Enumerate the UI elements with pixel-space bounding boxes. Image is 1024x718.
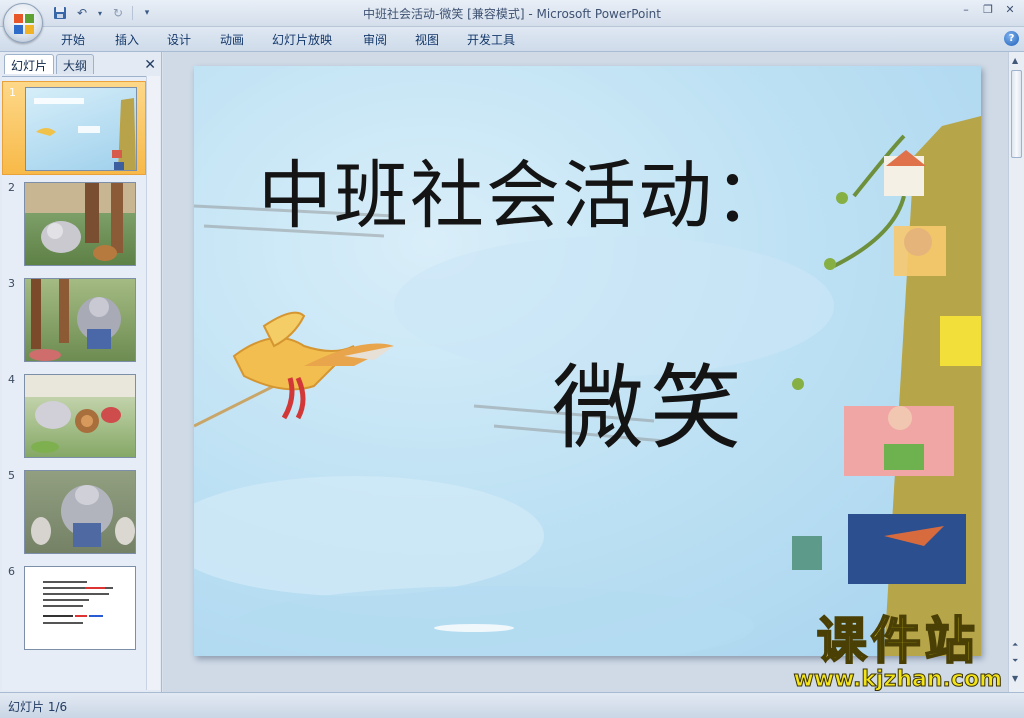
slide-editor: 中班社会活动： 微笑 ▲ ⏶ ⏷ ▼	[163, 52, 1024, 692]
slide-preview	[25, 87, 137, 171]
tab-slides[interactable]: 幻灯片	[4, 54, 55, 74]
next-slide-icon[interactable]: ⏷	[1012, 656, 1018, 666]
tab-developer[interactable]: 开发工具	[467, 31, 515, 48]
bird-illustration	[194, 311, 394, 428]
tree-illustration	[792, 116, 981, 656]
tab-review[interactable]: 审阅	[363, 31, 387, 48]
watermark: 课件站 www.kjzhan.com	[793, 612, 1003, 692]
title-bar: ↶ ▾ ↻ ▾ 中班社会活动-微笑 [兼容模式] - Microsoft Pow…	[0, 0, 1024, 43]
slide-thumbnail-4[interactable]: 4	[2, 369, 146, 463]
status-bar: 幻灯片 1/6	[0, 692, 1024, 718]
office-button[interactable]	[3, 3, 43, 43]
tab-outline[interactable]: 大纲	[56, 54, 95, 74]
slide-thumbnail-1[interactable]: 1	[2, 81, 146, 175]
slide-thumbnail-3[interactable]: 3	[2, 273, 146, 367]
prev-slide-icon[interactable]: ⏶	[1012, 640, 1018, 650]
tab-insert[interactable]: 插入	[115, 31, 139, 48]
tab-animations[interactable]: 动画	[220, 31, 244, 48]
scroll-thumb[interactable]	[1011, 70, 1022, 158]
slide-thumbnail-5[interactable]: 5	[2, 465, 146, 559]
tab-home[interactable]: 开始	[61, 31, 85, 48]
slides-panel-scrollbar[interactable]	[146, 76, 160, 690]
slide-preview	[24, 182, 136, 266]
tab-view[interactable]: 视图	[415, 31, 439, 48]
scroll-down-icon[interactable]: ▼	[1012, 674, 1018, 683]
slide-preview	[24, 566, 136, 650]
tab-design[interactable]: 设计	[167, 31, 191, 48]
office-logo-icon	[14, 14, 34, 34]
slide-number: 6	[8, 565, 15, 578]
close-panel-icon[interactable]: ✕	[144, 57, 156, 73]
slide-subtitle[interactable]: 微笑	[552, 334, 748, 467]
slide-thumbnail-6[interactable]: 6	[2, 561, 146, 655]
restore-icon[interactable]: ❐	[980, 3, 996, 17]
editor-scrollbar[interactable]: ▲ ⏶ ⏷ ▼	[1008, 52, 1024, 692]
slide-preview	[24, 470, 136, 554]
slide-thumbnail-2[interactable]: 2	[2, 177, 146, 271]
ribbon-tabs: 开始 插入 设计 动画 幻灯片放映 审阅 视图 开发工具 ?	[0, 27, 1024, 52]
tab-slideshow[interactable]: 幻灯片放映	[272, 31, 332, 48]
slide-counter: 幻灯片 1/6	[8, 700, 68, 714]
slide-number: 3	[8, 277, 15, 290]
slide-thumbnail-list: 1 2 3 4 5 6	[2, 76, 146, 690]
window-controls: – ❐ ✕	[958, 3, 1018, 17]
slide-title[interactable]: 中班社会活动：	[258, 136, 790, 243]
slide-canvas[interactable]: 中班社会活动： 微笑	[194, 66, 981, 656]
help-icon[interactable]: ?	[1004, 31, 1019, 46]
minimize-icon[interactable]: –	[958, 3, 974, 17]
slide-preview	[24, 374, 136, 458]
slide-number: 1	[9, 86, 16, 99]
slide-number: 5	[8, 469, 15, 482]
watermark-name: 课件站	[816, 612, 979, 670]
window-title: 中班社会活动-微笑 [兼容模式] - Microsoft PowerPoint	[363, 7, 661, 21]
slides-panel: 幻灯片 大纲 ✕ 1 2 3 4 5 6	[0, 52, 162, 692]
slide-preview	[24, 278, 136, 362]
slide-number: 4	[8, 373, 15, 386]
close-icon[interactable]: ✕	[1002, 3, 1018, 17]
panel-tabs: 幻灯片 大纲 ✕	[2, 54, 160, 74]
watermark-url: www.kjzhan.com	[793, 667, 1003, 692]
scroll-up-icon[interactable]: ▲	[1012, 56, 1018, 65]
slide-number: 2	[8, 181, 15, 194]
